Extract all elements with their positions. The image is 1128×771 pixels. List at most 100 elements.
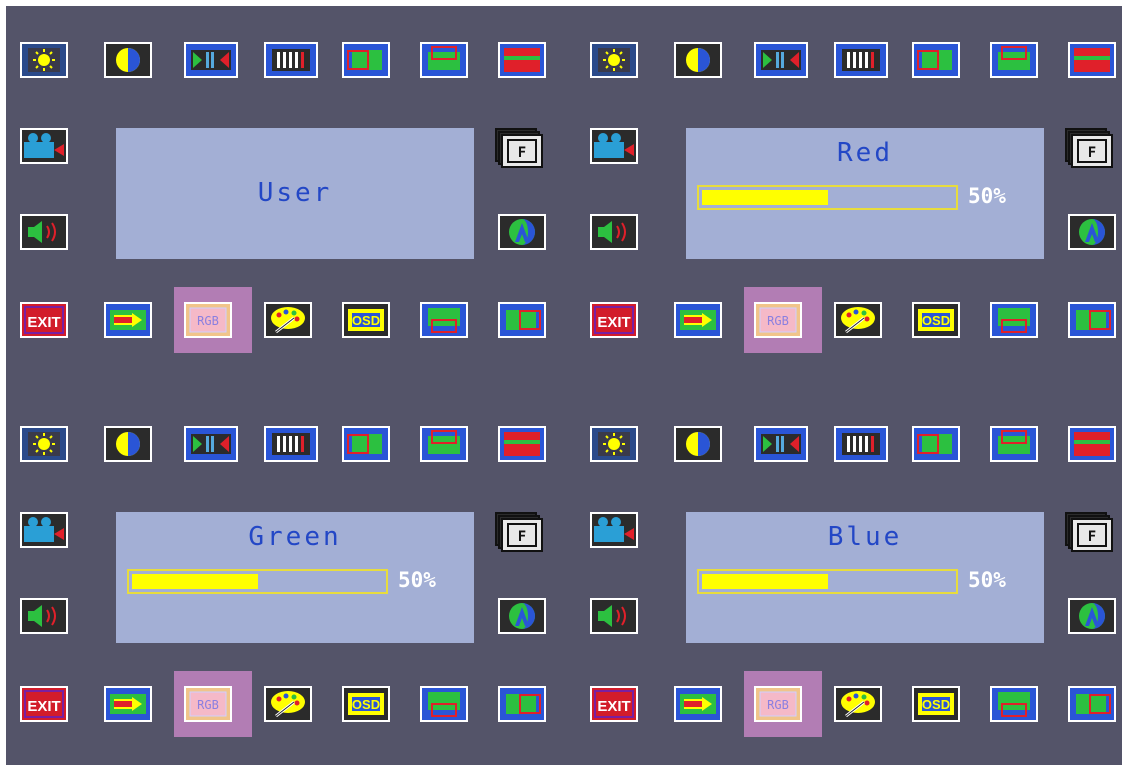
- v-position-icon[interactable]: [990, 426, 1038, 462]
- lcd-display: Blue 50%: [686, 512, 1044, 643]
- language-icon[interactable]: [498, 214, 546, 250]
- exit-text: EXIT: [597, 314, 630, 331]
- osd-panel: F EXIT RGB OSD Red 50%: [576, 6, 1116, 354]
- video-icon[interactable]: [590, 128, 638, 164]
- exit-icon[interactable]: EXIT: [590, 686, 638, 722]
- frame-text: F: [1088, 145, 1096, 161]
- h-position-icon[interactable]: [342, 42, 390, 78]
- level-percent: 50%: [968, 184, 1006, 208]
- side-position-icon[interactable]: [498, 686, 546, 722]
- color-palette-icon[interactable]: [264, 686, 312, 722]
- color-palette-icon[interactable]: [834, 302, 882, 338]
- v-size-icon[interactable]: [834, 426, 888, 462]
- contrast-icon[interactable]: [104, 42, 152, 78]
- lcd-display: User: [116, 128, 474, 259]
- rgb-icon[interactable]: RGB: [184, 302, 232, 338]
- v-size-icon[interactable]: [264, 42, 318, 78]
- osd-text: OSD: [922, 313, 950, 328]
- osd-icon[interactable]: OSD: [342, 302, 390, 338]
- osd-icon[interactable]: OSD: [912, 686, 960, 722]
- side-position-icon[interactable]: [498, 302, 546, 338]
- video-icon[interactable]: [590, 512, 638, 548]
- osd-text: OSD: [352, 697, 380, 712]
- lcd-title: Blue: [827, 522, 903, 552]
- next-arrow-icon[interactable]: [104, 302, 152, 338]
- next-arrow-icon[interactable]: [104, 686, 152, 722]
- language-icon[interactable]: [1068, 598, 1116, 634]
- next-arrow-icon[interactable]: [674, 686, 722, 722]
- brightness-icon[interactable]: [590, 42, 638, 78]
- bottom-position-icon[interactable]: [990, 302, 1038, 338]
- v-size-icon[interactable]: [834, 42, 888, 78]
- lcd-display: Green 50%: [116, 512, 474, 643]
- level-percent: 50%: [398, 568, 436, 592]
- v-size-icon[interactable]: [264, 426, 318, 462]
- volume-icon[interactable]: [20, 598, 68, 634]
- side-position-icon[interactable]: [1068, 302, 1116, 338]
- screen-fill-icon[interactable]: [1068, 42, 1116, 78]
- color-palette-icon[interactable]: [834, 686, 882, 722]
- frame-icon[interactable]: F: [495, 128, 543, 168]
- frame-text: F: [518, 529, 526, 545]
- h-position-icon[interactable]: [912, 42, 960, 78]
- lcd-display: Red 50%: [686, 128, 1044, 259]
- level-bar-fill: [702, 574, 828, 589]
- exit-icon[interactable]: EXIT: [20, 302, 68, 338]
- brightness-icon[interactable]: [590, 426, 638, 462]
- h-size-icon[interactable]: [754, 42, 808, 78]
- video-icon[interactable]: [20, 512, 68, 548]
- frame-icon[interactable]: F: [1065, 128, 1113, 168]
- volume-icon[interactable]: [590, 214, 638, 250]
- rgb-icon[interactable]: RGB: [754, 302, 802, 338]
- v-position-icon[interactable]: [420, 426, 468, 462]
- volume-icon[interactable]: [590, 598, 638, 634]
- h-size-icon[interactable]: [184, 426, 238, 462]
- rgb-text: RGB: [767, 314, 789, 328]
- osd-text: OSD: [922, 697, 950, 712]
- rgb-icon[interactable]: RGB: [184, 686, 232, 722]
- side-position-icon[interactable]: [1068, 686, 1116, 722]
- exit-text: EXIT: [597, 698, 630, 715]
- osd-icon[interactable]: OSD: [342, 686, 390, 722]
- exit-text: EXIT: [27, 314, 60, 331]
- exit-icon[interactable]: EXIT: [20, 686, 68, 722]
- volume-icon[interactable]: [20, 214, 68, 250]
- rgb-icon[interactable]: RGB: [754, 686, 802, 722]
- v-position-icon[interactable]: [420, 42, 468, 78]
- screen-fill-icon[interactable]: [498, 426, 546, 462]
- frame-text: F: [518, 145, 526, 161]
- contrast-icon[interactable]: [674, 426, 722, 462]
- level-bar[interactable]: [127, 569, 388, 594]
- color-palette-icon[interactable]: [264, 302, 312, 338]
- contrast-icon[interactable]: [674, 42, 722, 78]
- frame-icon[interactable]: F: [1065, 512, 1113, 552]
- bottom-position-icon[interactable]: [420, 686, 468, 722]
- h-size-icon[interactable]: [184, 42, 238, 78]
- lcd-title: User: [257, 178, 333, 208]
- brightness-icon[interactable]: [20, 42, 68, 78]
- osd-text: OSD: [352, 313, 380, 328]
- lcd-title: Red: [837, 138, 893, 168]
- exit-icon[interactable]: EXIT: [590, 302, 638, 338]
- bottom-position-icon[interactable]: [990, 686, 1038, 722]
- screen-fill-icon[interactable]: [498, 42, 546, 78]
- osd-panel: F EXIT RGB OSD User: [6, 6, 546, 354]
- v-position-icon[interactable]: [990, 42, 1038, 78]
- bottom-position-icon[interactable]: [420, 302, 468, 338]
- video-icon[interactable]: [20, 128, 68, 164]
- level-bar[interactable]: [697, 569, 958, 594]
- next-arrow-icon[interactable]: [674, 302, 722, 338]
- h-position-icon[interactable]: [342, 426, 390, 462]
- h-position-icon[interactable]: [912, 426, 960, 462]
- language-icon[interactable]: [498, 598, 546, 634]
- brightness-icon[interactable]: [20, 426, 68, 462]
- level-bar[interactable]: [697, 185, 958, 210]
- screen-fill-icon[interactable]: [1068, 426, 1116, 462]
- language-icon[interactable]: [1068, 214, 1116, 250]
- contrast-icon[interactable]: [104, 426, 152, 462]
- frame-text: F: [1088, 529, 1096, 545]
- h-size-icon[interactable]: [754, 426, 808, 462]
- osd-icon[interactable]: OSD: [912, 302, 960, 338]
- level-bar-fill: [702, 190, 828, 205]
- frame-icon[interactable]: F: [495, 512, 543, 552]
